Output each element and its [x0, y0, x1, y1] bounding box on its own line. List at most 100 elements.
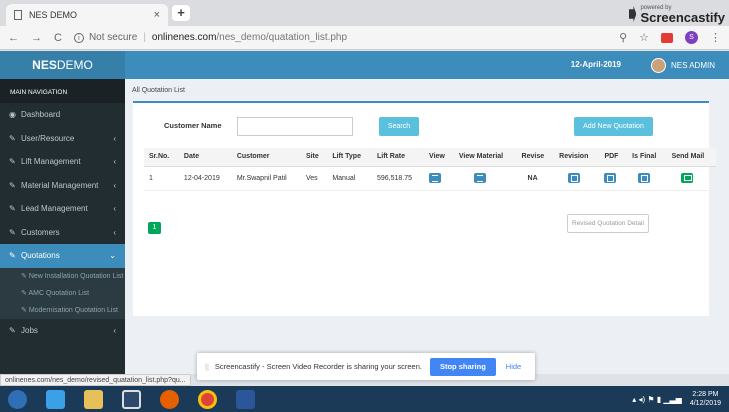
- screencastify-name: Screencastify: [640, 9, 725, 25]
- new-tab-button[interactable]: +: [172, 5, 190, 21]
- info-icon[interactable]: i: [73, 32, 84, 43]
- col-lift-type: Lift Type: [327, 148, 372, 167]
- share-message: Screencastify - Screen Video Recorder is…: [214, 362, 422, 371]
- firefox-icon[interactable]: [160, 389, 179, 409]
- view-material-icon[interactable]: [473, 173, 486, 183]
- customer-name-label: Customer Name: [164, 121, 222, 130]
- cell-site: Ves: [300, 166, 328, 191]
- edit-icon: ✎: [9, 325, 16, 335]
- back-icon[interactable]: ←: [8, 32, 19, 44]
- url-separator: |: [143, 32, 146, 43]
- file-explorer-icon[interactable]: [84, 389, 103, 409]
- drag-handle-icon[interactable]: ||: [205, 362, 209, 371]
- browser-menu-icon[interactable]: ⋮: [710, 31, 721, 44]
- clock[interactable]: 2:28 PM 4/12/2019: [690, 390, 721, 408]
- sidebar-item-user-resource[interactable]: ✎ User/Resource ‹: [0, 127, 125, 151]
- sidebar-item-material-management[interactable]: ✎ Material Management ‹: [0, 174, 125, 198]
- profile-avatar[interactable]: S: [685, 31, 698, 44]
- chevron-left-icon: ‹: [113, 180, 116, 190]
- col-date: Date: [178, 148, 232, 167]
- address-bar: ← → C i Not secure | onlinenes.com/nes_d…: [0, 26, 729, 50]
- zoom-icon[interactable]: ⚲: [619, 31, 627, 44]
- quotations-submenu: ✎ New Installation Quotation List ✎ AMC …: [0, 267, 125, 319]
- windows-start-icon[interactable]: [8, 389, 27, 409]
- browser-tab-bar: NES DEMO × + powered by Screencastify: [0, 0, 729, 26]
- col-site: Site: [300, 148, 328, 167]
- security-label: Not secure: [88, 32, 138, 43]
- page-title: All Quotation List: [132, 87, 185, 94]
- send-mail-icon[interactable]: [680, 173, 693, 183]
- chevron-left-icon: ‹: [113, 133, 116, 143]
- is-final-icon[interactable]: [638, 173, 651, 183]
- chevron-left-icon: ‹: [113, 204, 116, 214]
- revision-tooltip: Revised Quotation Detail: [567, 214, 649, 233]
- col-pdf: PDF: [599, 148, 628, 167]
- submenu-modernisation[interactable]: ✎ Modernisation Quotation List: [0, 302, 125, 319]
- extension-icon[interactable]: [661, 32, 673, 43]
- cell-revise: NA: [516, 166, 555, 191]
- col-revise: Revise: [516, 148, 555, 167]
- reload-icon[interactable]: C: [54, 32, 62, 44]
- cell-srno: 1: [144, 166, 179, 191]
- chevron-left-icon: ‹: [113, 157, 116, 167]
- media-player-icon[interactable]: [122, 389, 141, 409]
- edit-icon: ✎: [9, 204, 16, 214]
- main-content: All Quotation List Customer Name Search …: [125, 79, 729, 374]
- cell-lift-type: Manual: [327, 166, 372, 191]
- col-view-material: View Material: [453, 148, 517, 167]
- taskbar: [0, 386, 729, 412]
- chrome-icon[interactable]: [198, 389, 217, 409]
- sidebar-item-customers[interactable]: ✎ Customers ‹: [0, 221, 125, 245]
- url-path[interactable]: /nes_demo/quatation_list.php: [216, 32, 347, 43]
- table-row: 1 12-04-2019 Mr.Swapnil Patil Ves Manual…: [144, 166, 716, 191]
- user-menu[interactable]: NES ADMIN: [650, 51, 715, 79]
- chevron-left-icon: ‹: [113, 227, 116, 237]
- add-new-quotation-button[interactable]: Add New Quotation: [574, 117, 653, 136]
- clock-time: 2:28 PM: [692, 391, 719, 398]
- customer-name-input[interactable]: [237, 117, 353, 136]
- col-send-mail: Send Mail: [666, 148, 716, 167]
- filter-row: Customer Name Search Add New Quotation: [133, 116, 709, 136]
- edit-icon: ✎: [9, 227, 16, 237]
- sidebar-item-quotations[interactable]: ✎ Quotations ⌄: [0, 244, 125, 268]
- pdf-icon[interactable]: [604, 173, 617, 183]
- quotation-list-panel: Customer Name Search Add New Quotation S…: [133, 101, 716, 316]
- sidebar: MAIN NAVIGATION ◉ Dashboard ✎ User/Resou…: [0, 79, 125, 374]
- edit-icon: ✎: [9, 180, 16, 190]
- view-list-icon[interactable]: [429, 173, 442, 183]
- submenu-new-installation[interactable]: ✎ New Installation Quotation List: [0, 268, 125, 285]
- hide-button[interactable]: Hide: [506, 362, 521, 371]
- stop-sharing-button[interactable]: Stop sharing: [429, 357, 496, 376]
- cell-lift-rate: 596,518.75: [371, 166, 425, 191]
- browser-tab[interactable]: NES DEMO ×: [6, 4, 168, 26]
- tray-icons[interactable]: ▴ ◂) ⚑ ▮ ▁▃▅: [632, 395, 682, 404]
- close-tab-icon[interactable]: ×: [154, 9, 160, 21]
- sidebar-item-lift-management[interactable]: ✎ Lift Management ‹: [0, 150, 125, 174]
- sidebar-heading: MAIN NAVIGATION: [0, 79, 125, 103]
- submenu-amc[interactable]: ✎ AMC Quotation List: [0, 285, 125, 302]
- word-icon[interactable]: [236, 389, 255, 409]
- url-host[interactable]: onlinenes.com: [152, 32, 216, 43]
- screencastify-logo-icon: [629, 6, 637, 22]
- user-name: NES ADMIN: [670, 60, 715, 70]
- bookmark-star-icon[interactable]: ☆: [639, 31, 649, 44]
- sidebar-item-lead-management[interactable]: ✎ Lead Management ‹: [0, 197, 125, 221]
- user-avatar: [650, 57, 666, 73]
- col-is-final: Is Final: [627, 148, 667, 167]
- mouse-cursor-icon: [569, 206, 573, 214]
- revision-edit-icon[interactable]: [568, 173, 581, 183]
- clock-date: 4/12/2019: [689, 400, 721, 407]
- edit-icon: ✎: [9, 157, 16, 167]
- screencastify-badge: powered by Screencastify: [629, 2, 725, 26]
- sidebar-item-jobs[interactable]: ✎ Jobs ‹: [0, 319, 125, 343]
- col-srno: Sr.No.: [144, 148, 179, 167]
- sidebar-item-dashboard[interactable]: ◉ Dashboard: [0, 103, 125, 127]
- document-icon: [14, 10, 22, 20]
- brand-logo[interactable]: NESDEMO: [0, 51, 125, 79]
- internet-explorer-icon[interactable]: [46, 389, 65, 409]
- dashboard-icon: ◉: [9, 110, 16, 120]
- forward-icon[interactable]: →: [31, 32, 42, 44]
- pagination-page-1[interactable]: 1: [148, 222, 161, 234]
- search-button[interactable]: Search: [379, 117, 419, 136]
- cell-customer: Mr.Swapnil Patil: [231, 166, 301, 191]
